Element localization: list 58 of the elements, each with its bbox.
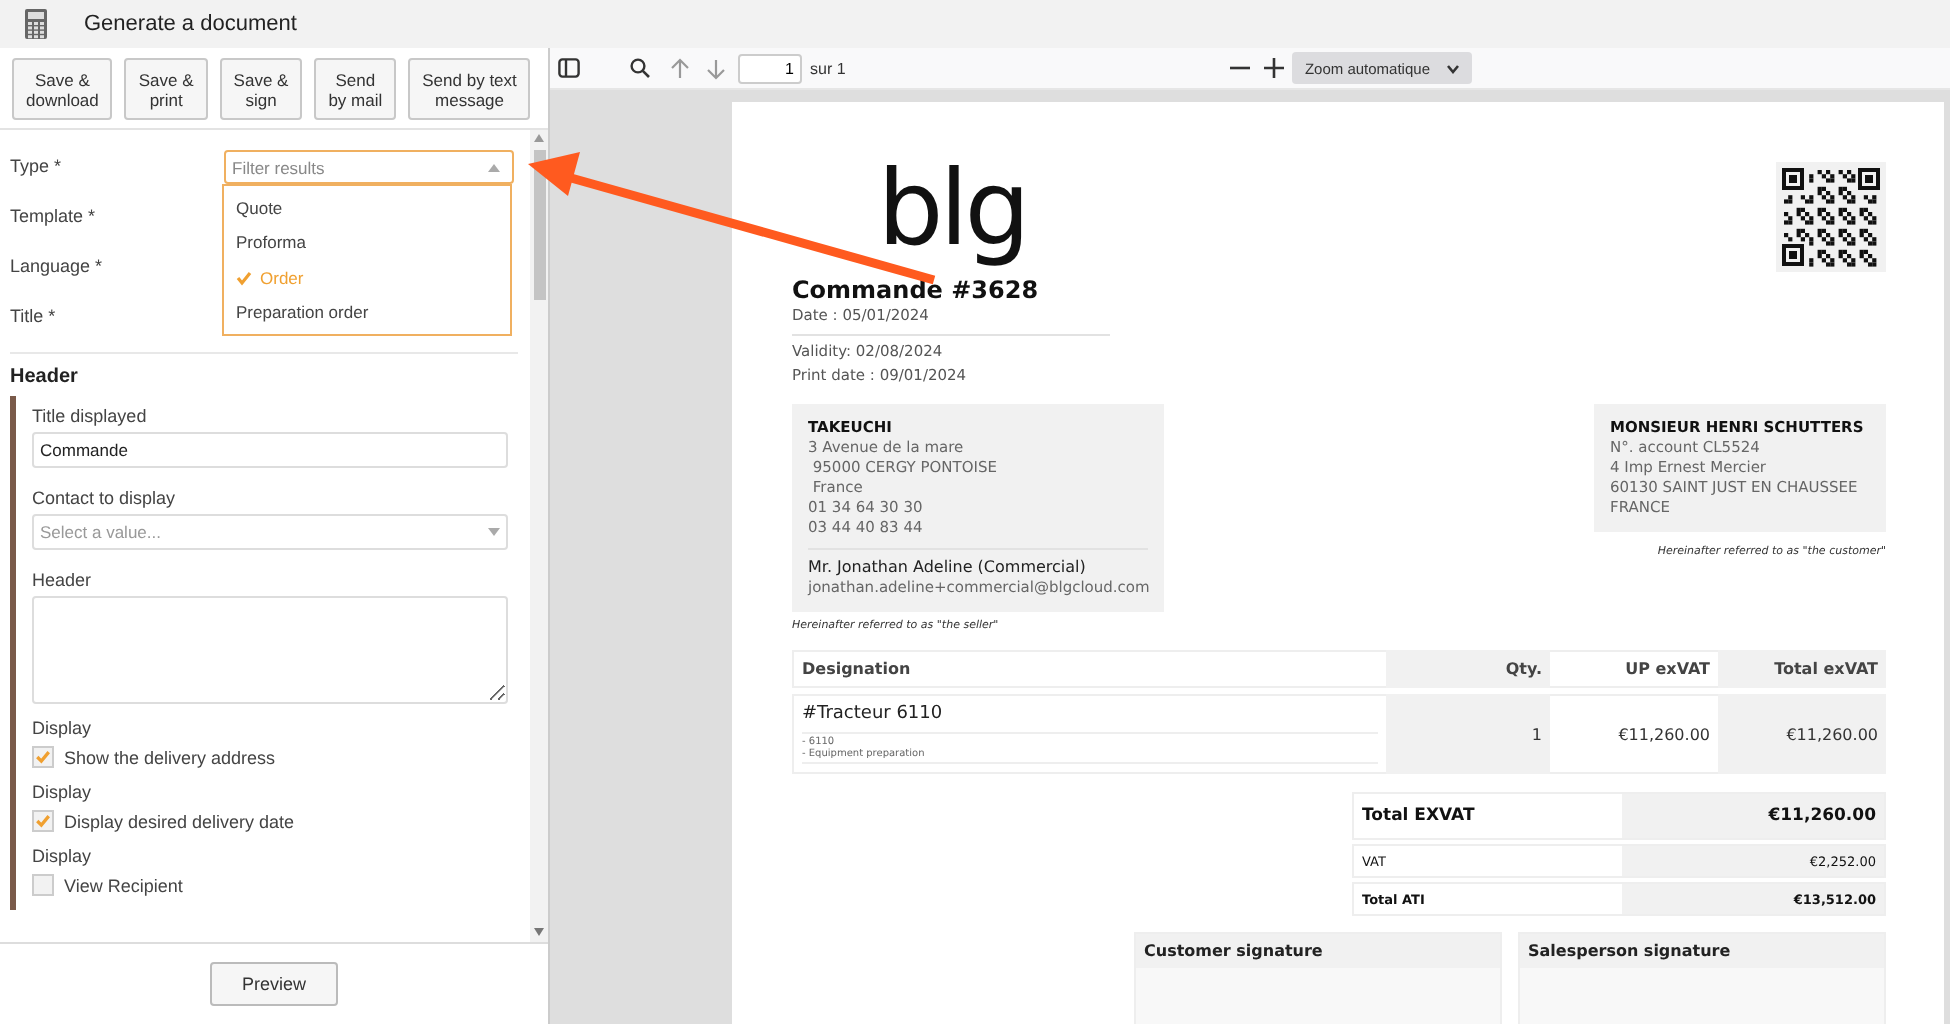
contact-name: Mr. Jonathan Adeline (Commercial) xyxy=(808,558,1088,578)
field-label: Display xyxy=(32,718,94,738)
field-label: Display xyxy=(32,846,94,866)
checkbox[interactable] xyxy=(32,810,54,832)
column-header: UP exVAT xyxy=(1550,650,1718,688)
field-label: Title * xyxy=(10,304,58,326)
scroll-down-icon[interactable] xyxy=(534,928,544,936)
calculator-icon xyxy=(24,8,48,40)
chevron-down-icon xyxy=(1446,63,1460,73)
item-name: #Tracteur 6110 xyxy=(802,704,945,724)
dropdown-option[interactable]: Quote xyxy=(224,190,510,225)
field-label: Template * xyxy=(10,204,98,226)
page-count: sur 1 xyxy=(810,59,846,77)
action-button[interactable]: Send by text message xyxy=(408,58,531,120)
arrow-up-icon[interactable] xyxy=(670,57,690,79)
filter-field[interactable]: Filter results xyxy=(224,150,514,184)
field-label: Display xyxy=(32,782,94,802)
plus-icon[interactable] xyxy=(1264,58,1285,78)
checkbox[interactable] xyxy=(32,874,54,896)
signature-title: Salesperson signature xyxy=(1520,934,1884,968)
action-button[interactable]: Send by mail xyxy=(314,58,397,120)
checkbox-label: Display desired delivery date xyxy=(64,811,295,831)
preview-button[interactable]: Preview xyxy=(210,962,338,1006)
page-number-field[interactable]: 1 xyxy=(738,53,802,83)
qr-code-drawing xyxy=(1776,162,1886,272)
action-button[interactable]: Save & print xyxy=(124,58,208,120)
scroll-up-icon[interactable] xyxy=(534,134,544,142)
company-logo: blg xyxy=(875,150,1029,270)
window-title: Generate a document xyxy=(84,12,297,36)
checkbox[interactable] xyxy=(32,746,54,768)
field-label: Title displayed xyxy=(32,406,149,426)
arrow-down-icon[interactable] xyxy=(706,57,726,79)
sidebar-toggle-icon[interactable] xyxy=(558,58,580,78)
checkbox-label: View Recipient xyxy=(64,875,183,895)
column-header: Total exVAT xyxy=(1718,650,1886,688)
action-button[interactable]: Save & download xyxy=(12,58,113,120)
text-area[interactable] xyxy=(32,596,508,704)
section-title: Header xyxy=(10,366,80,388)
field-label: Type * xyxy=(10,154,64,176)
total-value: €11,260.00 xyxy=(1622,794,1884,838)
field-label: Language * xyxy=(10,254,105,276)
column-header: Designation xyxy=(792,650,1386,688)
field-label: Header xyxy=(32,570,94,590)
action-button[interactable]: Save & sign xyxy=(219,58,303,120)
caret-up-icon xyxy=(488,163,500,171)
check-icon xyxy=(236,269,252,286)
signature-title: Customer signature xyxy=(1136,934,1500,968)
dropdown-option[interactable]: Preparation order xyxy=(224,295,510,330)
table-cell: €11,260.00 xyxy=(1718,694,1886,774)
column-header: Qty. xyxy=(1386,650,1550,688)
caret-down-icon xyxy=(488,528,500,536)
checkbox-label: Show the delivery address xyxy=(64,747,276,767)
document-title: Commande #3628 xyxy=(792,276,1041,304)
text-field[interactable]: Commande xyxy=(32,432,508,468)
dropdown-option[interactable]: Proforma xyxy=(224,225,510,260)
table-cell: 1 xyxy=(1386,694,1550,774)
search-icon[interactable] xyxy=(630,58,650,78)
field-label: Contact to display xyxy=(32,488,178,508)
